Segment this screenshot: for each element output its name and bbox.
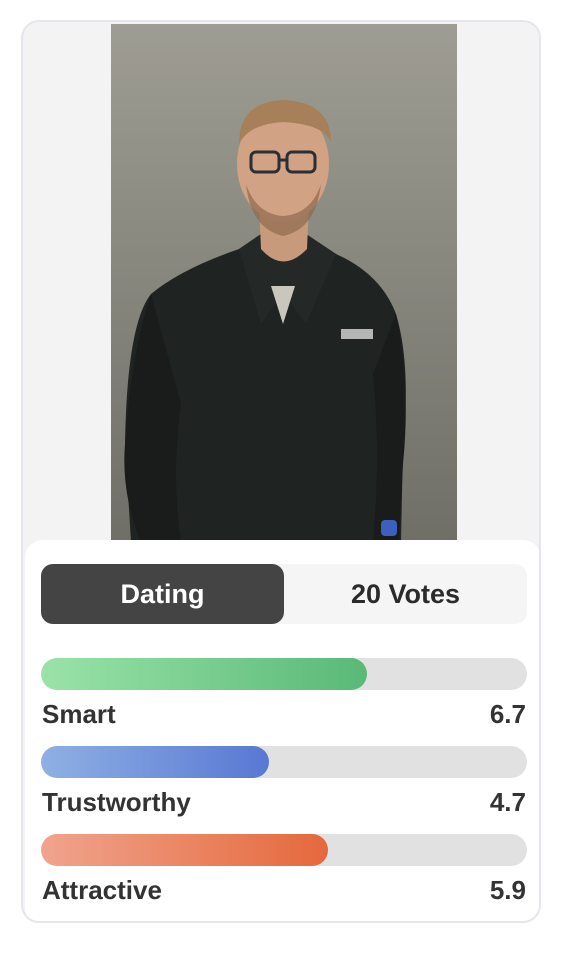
metric-smart: Smart 6.7 xyxy=(41,658,527,738)
person-illustration xyxy=(111,24,457,542)
attractive-value: 5.9 xyxy=(489,874,526,905)
metric-attractive: Attractive 5.9 xyxy=(41,834,527,914)
stats-panel: Dating 20 Votes Smart 6.7 Trustworthy 4.… xyxy=(25,540,539,921)
metric-trustworthy: Trustworthy 4.7 xyxy=(41,746,527,826)
tab-dating[interactable]: Dating xyxy=(41,564,284,624)
profile-card: Dating 20 Votes Smart 6.7 Trustworthy 4.… xyxy=(21,20,541,923)
attractive-bar-fill xyxy=(41,834,328,866)
attractive-label: Attractive xyxy=(42,874,162,905)
smart-bar-fill xyxy=(41,658,367,690)
trustworthy-bar-fill xyxy=(41,746,270,778)
attractive-bar-track xyxy=(41,834,527,866)
tab-votes[interactable]: 20 Votes xyxy=(284,564,527,624)
mode-tabs: Dating 20 Votes xyxy=(41,564,527,624)
trustworthy-label: Trustworthy xyxy=(42,786,191,817)
profile-photo[interactable] xyxy=(111,24,457,542)
trustworthy-value: 4.7 xyxy=(489,786,526,817)
trustworthy-bar-track xyxy=(41,746,527,778)
smart-label: Smart xyxy=(42,698,116,729)
smart-bar-track xyxy=(41,658,527,690)
smart-value: 6.7 xyxy=(489,698,526,729)
